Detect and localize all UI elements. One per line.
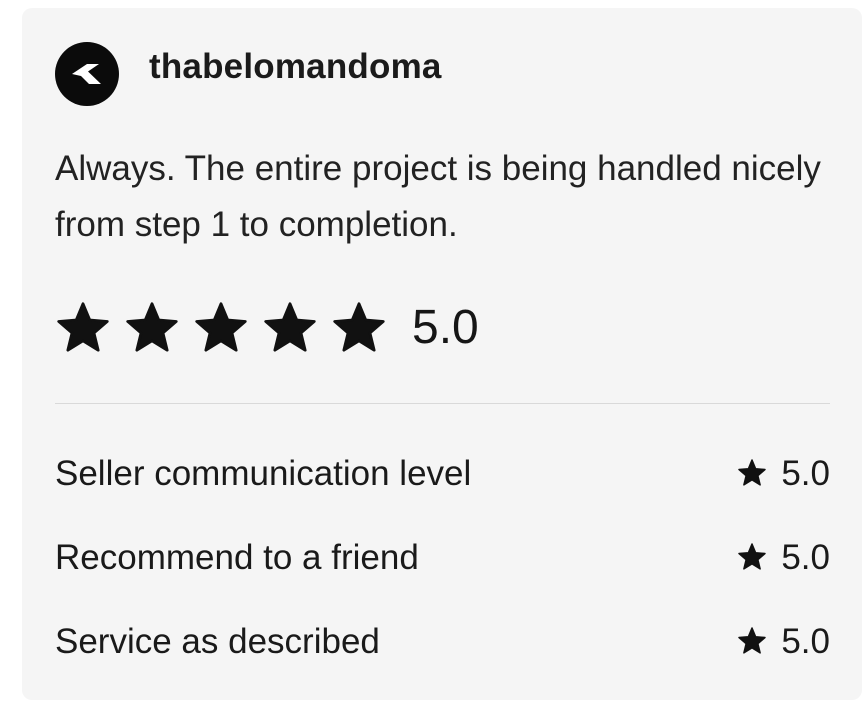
arrow-logo-icon [72, 64, 101, 84]
breakdown-score: 5.0 [737, 540, 830, 575]
star-icon [738, 459, 767, 486]
star-icon [57, 302, 109, 352]
avatar[interactable] [55, 42, 119, 106]
breakdown-score: 5.0 [737, 456, 830, 491]
overall-rating-value: 5.0 [412, 301, 479, 354]
breakdown-value: 5.0 [781, 453, 830, 493]
overall-rating: 5.0 [55, 300, 479, 356]
breakdown-label: Recommend to a friend [55, 537, 419, 577]
reviewer-username[interactable]: thabelomandoma [149, 49, 442, 84]
breakdown-score: 5.0 [737, 624, 830, 659]
breakdown-label: Seller communication level [55, 453, 472, 493]
review-header: thabelomandoma [55, 42, 442, 106]
breakdown-value: 5.0 [781, 621, 830, 661]
star-icon [333, 302, 385, 352]
breakdown-row-recommend: Recommend to a friend 5.0 [55, 532, 830, 582]
star-icon [738, 543, 767, 570]
star-icon [195, 302, 247, 352]
breakdown-label: Service as described [55, 621, 380, 661]
review-card: thabelomandoma Always. The entire projec… [22, 8, 862, 700]
star-icon [126, 302, 178, 352]
breakdown-row-seller-communication: Seller communication level 5.0 [55, 448, 830, 498]
divider [55, 403, 830, 404]
breakdown-row-service-as-described: Service as described 5.0 [55, 616, 830, 666]
star-icon [738, 627, 767, 654]
review-text: Always. The entire project is being hand… [55, 149, 821, 244]
breakdown-value: 5.0 [781, 537, 830, 577]
star-icon [264, 302, 316, 352]
